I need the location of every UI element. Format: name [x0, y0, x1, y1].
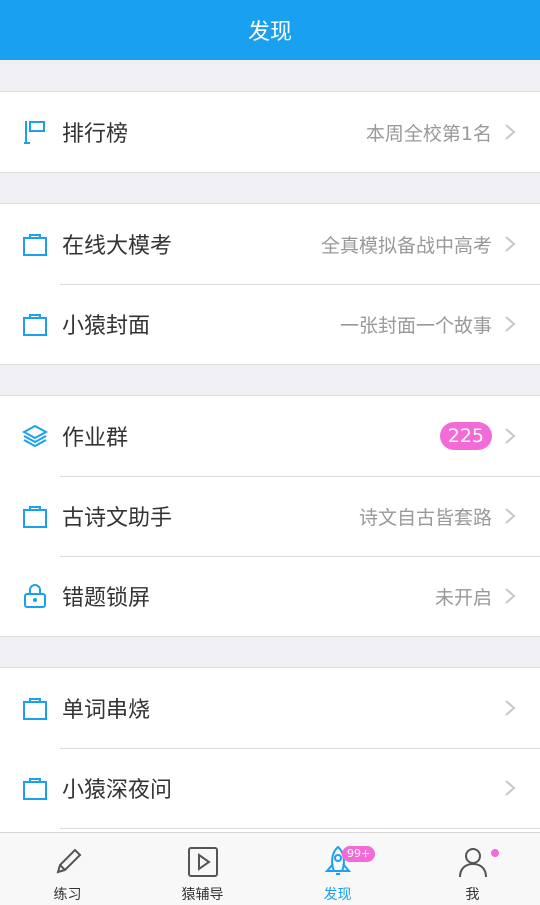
row-label: 单词串烧	[62, 698, 151, 723]
tab-label: 我	[465, 887, 480, 903]
chevron-right-icon	[505, 236, 516, 252]
play-icon	[187, 847, 218, 877]
homework-section: 作业群 225 古诗文助手 诗文自古皆套路 错题锁屏 未开启	[0, 395, 540, 637]
words-section: 单词串烧 小猿深夜问	[0, 667, 540, 834]
tab-bar: 练习 猿辅导 99+ 发现 我	[0, 832, 540, 905]
bag-icon	[21, 502, 49, 530]
row-label: 古诗文助手	[62, 506, 173, 531]
tab-tutoring[interactable]: 猿辅导	[135, 833, 270, 905]
row-value: 一张封面一个故事	[339, 314, 492, 337]
page-title: 发现	[247, 20, 292, 45]
chevron-right-icon	[505, 508, 516, 524]
bag-icon	[21, 310, 49, 338]
row-value: 未开启	[434, 586, 492, 609]
ranking-section: 排行榜 本周全校第1名	[0, 91, 540, 173]
pencil-icon	[56, 848, 81, 874]
late-night-ask-row[interactable]: 小猿深夜问	[0, 748, 540, 828]
chevron-right-icon	[505, 588, 516, 604]
row-label: 排行榜	[62, 122, 129, 147]
row-label: 在线大模考	[62, 234, 173, 259]
notification-dot	[491, 849, 499, 857]
row-value: 全真模拟备战中高考	[320, 234, 492, 257]
tab-label: 练习	[53, 887, 82, 903]
tab-practice[interactable]: 练习	[0, 833, 135, 905]
cover-row[interactable]: 小猿封面 一张封面一个故事	[0, 284, 540, 364]
ranking-row[interactable]: 排行榜 本周全校第1名	[0, 92, 540, 172]
chevron-right-icon	[505, 428, 516, 444]
bag-icon	[21, 694, 49, 722]
poetry-helper-row[interactable]: 古诗文助手 诗文自古皆套路	[0, 476, 540, 556]
tab-discover[interactable]: 99+ 发现	[270, 833, 405, 905]
chevron-right-icon	[505, 780, 516, 796]
tab-label: 发现	[323, 887, 352, 903]
chevron-right-icon	[505, 124, 516, 140]
count-badge: 225	[439, 422, 492, 450]
top-bar: 发现	[0, 0, 540, 60]
person-icon	[458, 848, 487, 878]
homework-group-row[interactable]: 作业群 225	[0, 396, 540, 476]
layers-icon	[21, 422, 49, 450]
row-label: 错题锁屏	[62, 586, 151, 611]
chevron-right-icon	[505, 700, 516, 716]
bag-icon	[21, 230, 49, 258]
tab-label: 猿辅导	[181, 887, 224, 903]
notification-badge: 99+	[342, 846, 376, 862]
chevron-right-icon	[505, 316, 516, 332]
word-skewer-row[interactable]: 单词串烧	[0, 668, 540, 748]
row-value: 诗文自古皆套路	[358, 506, 492, 529]
row-label: 作业群	[62, 426, 129, 451]
flag-icon	[21, 118, 49, 146]
exam-section: 在线大模考 全真模拟备战中高考 小猿封面 一张封面一个故事	[0, 203, 540, 365]
online-exam-row[interactable]: 在线大模考 全真模拟备战中高考	[0, 204, 540, 284]
row-label: 小猿封面	[62, 314, 151, 339]
lockscreen-row[interactable]: 错题锁屏 未开启	[0, 556, 540, 636]
lock-icon	[21, 582, 49, 610]
bag-icon	[21, 774, 49, 802]
row-label: 小猿深夜问	[62, 778, 173, 803]
tab-me[interactable]: 我	[405, 833, 540, 905]
row-value: 本周全校第1名	[365, 122, 492, 145]
